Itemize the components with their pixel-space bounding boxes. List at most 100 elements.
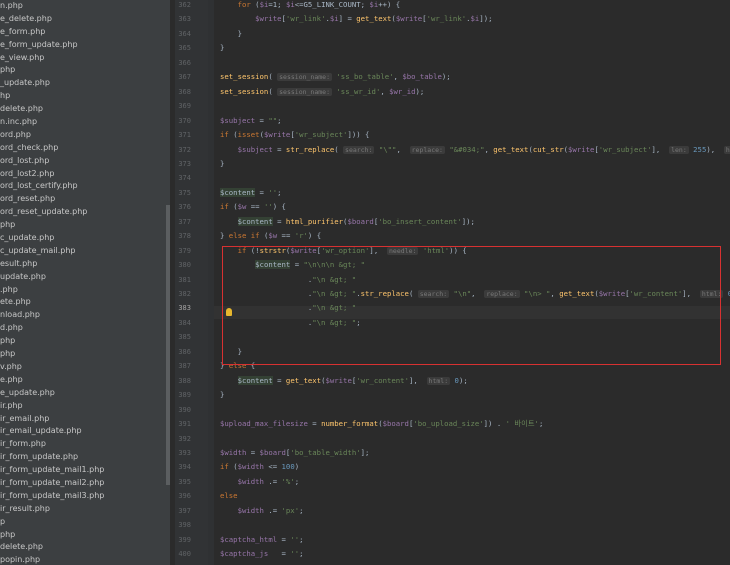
code-token: 'ss_bo_table' bbox=[336, 72, 394, 82]
file-item[interactable]: ete.php bbox=[0, 296, 170, 309]
line-number: 368 bbox=[178, 87, 191, 96]
line-number: 375 bbox=[178, 188, 191, 197]
file-item[interactable]: ir_form_update_mail1.php bbox=[0, 464, 170, 477]
file-item[interactable]: e_form.php bbox=[0, 26, 170, 39]
file-item[interactable]: ord_lost2.php bbox=[0, 168, 170, 181]
file-item[interactable]: ir_email_update.php bbox=[0, 425, 170, 438]
file-item[interactable]: ord.php bbox=[0, 129, 170, 142]
line-number: 390 bbox=[178, 405, 191, 414]
file-item[interactable]: e_view.php bbox=[0, 52, 170, 65]
file-item[interactable]: ord_reset_update.php bbox=[0, 206, 170, 219]
code-token: 'px' bbox=[281, 505, 300, 515]
file-item[interactable]: p bbox=[0, 516, 170, 529]
code-token: get_text bbox=[493, 144, 529, 154]
code-line: $write['wr_link'.$i] = get_text($write['… bbox=[220, 12, 492, 26]
line-number: 399 bbox=[178, 535, 191, 544]
file-item[interactable]: php bbox=[0, 219, 170, 232]
code-token: $content bbox=[237, 375, 273, 385]
file-item[interactable]: php bbox=[0, 529, 170, 542]
ide-window: n.php e_delete.php e_form.php e_form_update… bbox=[0, 0, 730, 565]
file-item[interactable]: ir_form_update_mail2.php bbox=[0, 477, 170, 490]
code-token: $board bbox=[259, 447, 286, 457]
file-item[interactable]: hp bbox=[0, 90, 170, 103]
code-token: $upload_max_filesize bbox=[220, 419, 308, 429]
code-token: get_text bbox=[285, 375, 322, 385]
code-token: set_session bbox=[220, 86, 269, 96]
file-item[interactable]: e_update.php bbox=[0, 387, 170, 400]
code-token: "&#034;" bbox=[449, 144, 485, 154]
code-token: $width bbox=[237, 505, 264, 515]
file-item[interactable]: ord_check.php bbox=[0, 142, 170, 155]
file-item[interactable]: ir_form_update.php bbox=[0, 451, 170, 464]
file-item[interactable]: ord_reset.php bbox=[0, 193, 170, 206]
code-token: $i bbox=[329, 14, 339, 24]
file-item[interactable]: ir.php bbox=[0, 400, 170, 413]
parameter-hint: len: bbox=[669, 145, 689, 154]
file-item[interactable]: ord_lost_certify.php bbox=[0, 180, 170, 193]
code-token: ]) . bbox=[483, 419, 506, 429]
code-token: if bbox=[220, 130, 229, 140]
code-token: $width bbox=[220, 447, 247, 457]
file-item[interactable]: ir_form.php bbox=[0, 438, 170, 451]
file-item[interactable]: esult.php bbox=[0, 258, 170, 271]
file-item[interactable]: ir_result.php bbox=[0, 503, 170, 516]
code-token: "\"" bbox=[378, 144, 397, 154]
file-item[interactable]: v.php bbox=[0, 361, 170, 374]
code-line: $captcha_html = ''; bbox=[220, 533, 304, 547]
file-item[interactable]: d.php bbox=[0, 322, 170, 335]
file-item[interactable]: e.php bbox=[0, 374, 170, 387]
line-number: 362 bbox=[178, 1, 191, 9]
line-number: 370 bbox=[178, 116, 191, 125]
code-token: } bbox=[220, 28, 242, 38]
code-token: $wr_id bbox=[389, 86, 416, 96]
code-token: 'wr_link' bbox=[285, 14, 326, 24]
code-token: = bbox=[272, 144, 286, 154]
sidebar-scrollbar[interactable] bbox=[166, 205, 170, 485]
file-item[interactable]: _update.php bbox=[0, 77, 170, 90]
line-number: 371 bbox=[178, 131, 191, 140]
file-item[interactable]: c_update.php bbox=[0, 232, 170, 245]
file-item[interactable]: ir_email.php bbox=[0, 413, 170, 426]
code-line: if (isset($write['wr_subject'])) { bbox=[220, 128, 369, 142]
file-item[interactable]: delete.php bbox=[0, 541, 170, 554]
code-token: else bbox=[220, 491, 238, 501]
parameter-hint: replace: bbox=[409, 145, 445, 154]
code-token: =1; bbox=[268, 0, 286, 9]
code-token: $i bbox=[285, 0, 295, 9]
file-item[interactable]: c_update_mail.php bbox=[0, 245, 170, 258]
file-item[interactable]: update.php bbox=[0, 271, 170, 284]
code-token: 100 bbox=[281, 462, 295, 472]
lightbulb-icon[interactable] bbox=[226, 308, 232, 316]
file-item[interactable]: e_form_update.php bbox=[0, 39, 170, 52]
line-number: 396 bbox=[178, 492, 191, 501]
code-line: $content = get_text($write['wr_content']… bbox=[220, 374, 468, 388]
code-line: set_session( session_name: 'ss_wr_id', $… bbox=[220, 85, 424, 99]
code-token: ( bbox=[268, 72, 278, 82]
code-token: $content bbox=[237, 216, 273, 226]
code-token: 'wr_link' bbox=[426, 14, 467, 24]
file-item[interactable]: n.inc.php bbox=[0, 116, 170, 129]
line-number: 379 bbox=[178, 246, 191, 255]
code-token: for bbox=[237, 0, 251, 9]
line-number: 382 bbox=[178, 290, 191, 298]
code-line: else bbox=[220, 489, 238, 503]
line-number: 387 bbox=[178, 362, 191, 371]
file-item[interactable]: delete.php bbox=[0, 103, 170, 116]
code-token: '%' bbox=[281, 476, 295, 486]
file-item[interactable]: ir_form_update_mail3.php bbox=[0, 490, 170, 503]
file-item[interactable]: e_delete.php bbox=[0, 13, 170, 26]
file-item[interactable]: ord_lost.php bbox=[0, 155, 170, 168]
file-item[interactable]: php bbox=[0, 64, 170, 77]
file-item[interactable]: nload.php bbox=[0, 309, 170, 322]
code-line: $content = ''; bbox=[220, 186, 282, 200]
file-item[interactable]: php bbox=[0, 335, 170, 348]
line-number: 369 bbox=[178, 102, 191, 111]
file-item[interactable]: n.php bbox=[0, 0, 170, 13]
line-number: 366 bbox=[178, 58, 191, 67]
code-line: $width .= '%'; bbox=[220, 475, 300, 489]
file-item[interactable]: php bbox=[0, 348, 170, 361]
code-token: ] = bbox=[338, 14, 357, 24]
file-item[interactable]: popin.php bbox=[0, 554, 170, 565]
file-item[interactable]: .php bbox=[0, 284, 170, 297]
code-token: str_replace bbox=[285, 144, 335, 154]
